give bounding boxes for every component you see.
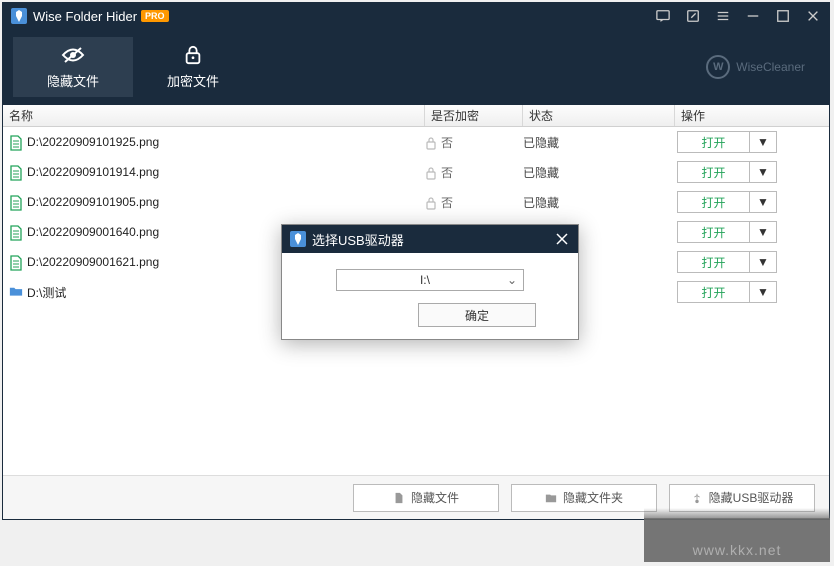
app-icon [11, 8, 27, 24]
table-row[interactable]: D:\20220909101925.png 否 已隐藏打开▼ [3, 127, 829, 157]
dialog-title: 选择USB驱动器 [312, 230, 554, 249]
hide-folder-button[interactable]: 隐藏文件夹 [511, 484, 657, 512]
usb-dialog: 选择USB驱动器 I:\ ⌄ 确定 [281, 224, 579, 340]
open-label: 打开 [678, 282, 750, 302]
open-label: 打开 [678, 132, 750, 152]
file-icon [9, 135, 23, 149]
open-label: 打开 [678, 192, 750, 212]
open-button[interactable]: 打开▼ [677, 281, 777, 303]
lock-icon [425, 136, 437, 148]
pro-badge: PRO [141, 10, 169, 22]
tab-hide[interactable]: 隐藏文件 [13, 37, 133, 97]
hide-usb-button[interactable]: 隐藏USB驱动器 [669, 484, 815, 512]
tab-hide-label: 隐藏文件 [47, 71, 99, 90]
ok-button[interactable]: 确定 [418, 303, 536, 327]
open-button[interactable]: 打开▼ [677, 161, 777, 183]
footer: 隐藏文件 隐藏文件夹 隐藏USB驱动器 [3, 475, 829, 519]
file-name: D:\20220909101905.png [27, 195, 159, 209]
drive-select[interactable]: I:\ ⌄ [336, 269, 524, 291]
dialog-icon [290, 231, 306, 247]
file-name: D:\20220909001621.png [27, 255, 159, 269]
open-button[interactable]: 打开▼ [677, 191, 777, 213]
open-label: 打开 [678, 222, 750, 242]
brand: W WiseCleaner [706, 55, 819, 79]
caret-down-icon[interactable]: ▼ [750, 132, 776, 152]
hide-folder-label: 隐藏文件夹 [563, 489, 623, 506]
file-name: D:\测试 [27, 284, 66, 301]
caret-down-icon[interactable]: ▼ [750, 192, 776, 212]
caret-down-icon[interactable]: ▼ [750, 252, 776, 272]
close-icon[interactable] [805, 8, 821, 24]
caret-down-icon[interactable]: ▼ [750, 282, 776, 302]
drive-value: I:\ [343, 273, 507, 287]
status-value: 已隐藏 [523, 164, 675, 181]
hide-file-label: 隐藏文件 [411, 489, 459, 506]
open-label: 打开 [678, 162, 750, 182]
folder-icon [9, 285, 23, 299]
table-header: 名称 是否加密 状态 操作 [3, 105, 829, 127]
col-action[interactable]: 操作 [675, 105, 829, 126]
dialog-close-icon[interactable] [554, 231, 570, 247]
col-name[interactable]: 名称 [3, 105, 425, 126]
hide-usb-label: 隐藏USB驱动器 [709, 489, 794, 506]
enc-value: 否 [441, 164, 453, 181]
maximize-icon[interactable] [775, 8, 791, 24]
open-button[interactable]: 打开▼ [677, 221, 777, 243]
brand-logo-icon: W [706, 55, 730, 79]
edit-icon[interactable] [685, 8, 701, 24]
minimize-icon[interactable] [745, 8, 761, 24]
titlebar: Wise Folder Hider PRO [3, 3, 829, 29]
menu-icon[interactable] [715, 8, 731, 24]
file-icon [9, 195, 23, 209]
feedback-icon[interactable] [655, 8, 671, 24]
tab-encrypt[interactable]: 加密文件 [133, 37, 253, 97]
chevron-down-icon: ⌄ [507, 273, 517, 287]
enc-value: 否 [441, 134, 453, 151]
watermark-text: www.kkx.net [693, 542, 782, 558]
status-value: 已隐藏 [523, 134, 675, 151]
file-icon [9, 165, 23, 179]
enc-value: 否 [441, 194, 453, 211]
table-row[interactable]: D:\20220909101914.png 否 已隐藏打开▼ [3, 157, 829, 187]
open-button[interactable]: 打开▼ [677, 131, 777, 153]
file-icon [9, 225, 23, 239]
watermark: www.kkx.net [644, 518, 830, 562]
tab-encrypt-label: 加密文件 [167, 71, 219, 90]
file-icon [9, 255, 23, 269]
file-name: D:\20220909001640.png [27, 225, 159, 239]
lock-icon [425, 196, 437, 208]
file-name: D:\20220909101925.png [27, 135, 159, 149]
col-status[interactable]: 状态 [523, 105, 675, 126]
open-button[interactable]: 打开▼ [677, 251, 777, 273]
table-row[interactable]: D:\20220909101905.png 否 已隐藏打开▼ [3, 187, 829, 217]
col-encrypted[interactable]: 是否加密 [425, 105, 523, 126]
status-value: 已隐藏 [523, 194, 675, 211]
file-name: D:\20220909101914.png [27, 165, 159, 179]
brand-text: WiseCleaner [736, 60, 805, 74]
caret-down-icon[interactable]: ▼ [750, 162, 776, 182]
toolbar: 隐藏文件 加密文件 W WiseCleaner [3, 29, 829, 105]
hide-file-button[interactable]: 隐藏文件 [353, 484, 499, 512]
dialog-titlebar: 选择USB驱动器 [282, 225, 578, 253]
app-title: Wise Folder Hider [33, 9, 137, 24]
caret-down-icon[interactable]: ▼ [750, 222, 776, 242]
lock-icon [425, 166, 437, 178]
open-label: 打开 [678, 252, 750, 272]
